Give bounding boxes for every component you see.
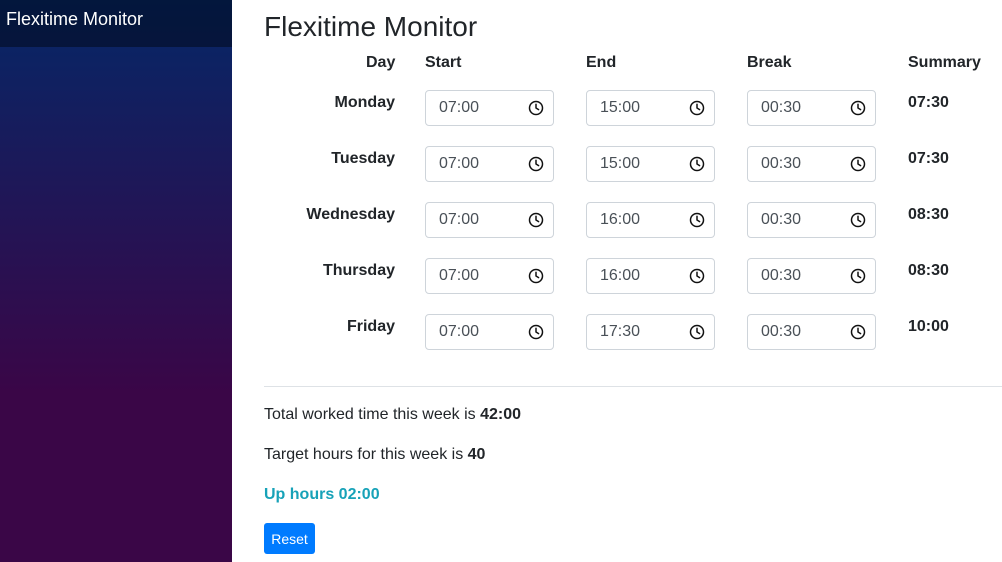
main-content: Flexitime Monitor Day Start End Break Su… bbox=[232, 0, 1002, 562]
clock-icon[interactable] bbox=[689, 268, 705, 284]
break-time-input-wednesday[interactable]: 00:30 bbox=[747, 202, 876, 238]
summary-wednesday: 08:30 bbox=[908, 206, 949, 223]
header-day: Day bbox=[366, 54, 396, 71]
clock-icon[interactable] bbox=[689, 324, 705, 340]
start-time-input-monday[interactable]: 07:00 bbox=[425, 90, 554, 126]
header-end: End bbox=[586, 54, 617, 71]
header-start: Start bbox=[425, 54, 462, 71]
time-value: 00:30 bbox=[761, 211, 802, 228]
break-time-input-friday[interactable]: 00:30 bbox=[747, 314, 876, 350]
time-value: 15:00 bbox=[600, 155, 641, 172]
break-time-input-tuesday[interactable]: 00:30 bbox=[747, 146, 876, 182]
end-time-input-tuesday[interactable]: 15:00 bbox=[586, 146, 715, 182]
target-hours-value: 40 bbox=[467, 446, 486, 463]
page-title: Flexitime Monitor bbox=[264, 11, 478, 42]
time-value: 07:00 bbox=[439, 323, 480, 340]
time-value: 15:00 bbox=[600, 99, 641, 116]
end-time-input-thursday[interactable]: 16:00 bbox=[586, 258, 715, 294]
day-label-wednesday: Wednesday bbox=[306, 206, 395, 223]
clock-icon[interactable] bbox=[689, 212, 705, 228]
clock-icon[interactable] bbox=[528, 268, 544, 284]
brand-link[interactable]: Flexitime Monitor bbox=[0, 9, 143, 30]
summary-friday: 10:00 bbox=[908, 318, 949, 335]
end-time-input-monday[interactable]: 15:00 bbox=[586, 90, 715, 126]
target-hours-label: Target hours for this week is bbox=[264, 446, 464, 463]
day-label-friday: Friday bbox=[346, 318, 395, 335]
clock-icon[interactable] bbox=[850, 212, 866, 228]
start-time-input-friday[interactable]: 07:00 bbox=[425, 314, 554, 350]
summary-thursday: 08:30 bbox=[908, 262, 949, 279]
total-worked-value: 42:00 bbox=[480, 406, 522, 423]
day-label-tuesday: Tuesday bbox=[331, 150, 395, 167]
clock-icon[interactable] bbox=[528, 156, 544, 172]
clock-icon[interactable] bbox=[689, 100, 705, 116]
summary-tuesday: 07:30 bbox=[908, 150, 949, 167]
break-time-input-thursday[interactable]: 00:30 bbox=[747, 258, 876, 294]
time-value: 00:30 bbox=[761, 323, 802, 340]
end-time-input-wednesday[interactable]: 16:00 bbox=[586, 202, 715, 238]
clock-icon[interactable] bbox=[850, 268, 866, 284]
time-value: 07:00 bbox=[439, 99, 480, 116]
reset-button[interactable]: Reset bbox=[264, 523, 315, 554]
total-worked-text: Total worked time this week is 42:00 bbox=[264, 406, 521, 424]
time-value: 16:00 bbox=[600, 211, 641, 228]
time-value: 16:00 bbox=[600, 267, 641, 284]
up-hours-status: Up hours 02:00 bbox=[264, 486, 380, 503]
clock-icon[interactable] bbox=[850, 324, 866, 340]
clock-icon[interactable] bbox=[689, 156, 705, 172]
break-time-input-monday[interactable]: 00:30 bbox=[747, 90, 876, 126]
time-value: 07:00 bbox=[439, 211, 480, 228]
clock-icon[interactable] bbox=[528, 100, 544, 116]
section-divider bbox=[264, 386, 1002, 387]
app-window: Flexitime Monitor Flexitime Monitor Day … bbox=[0, 0, 1002, 562]
header-break: Break bbox=[747, 54, 792, 71]
day-label-monday: Monday bbox=[334, 94, 395, 111]
total-worked-label: Total worked time this week is bbox=[264, 406, 476, 423]
sidebar: Flexitime Monitor bbox=[0, 0, 232, 562]
sidebar-top-bar: Flexitime Monitor bbox=[0, 0, 232, 47]
target-hours-text: Target hours for this week is 40 bbox=[264, 446, 485, 464]
end-time-input-friday[interactable]: 17:30 bbox=[586, 314, 715, 350]
time-value: 07:00 bbox=[439, 267, 480, 284]
start-time-input-wednesday[interactable]: 07:00 bbox=[425, 202, 554, 238]
time-value: 00:30 bbox=[761, 155, 802, 172]
header-summary: Summary bbox=[908, 54, 981, 71]
clock-icon[interactable] bbox=[850, 156, 866, 172]
day-label-thursday: Thursday bbox=[322, 262, 395, 279]
time-value: 00:30 bbox=[761, 99, 802, 116]
clock-icon[interactable] bbox=[850, 100, 866, 116]
time-value: 17:30 bbox=[600, 323, 641, 340]
time-value: 00:30 bbox=[761, 267, 802, 284]
time-value: 07:00 bbox=[439, 155, 480, 172]
start-time-input-thursday[interactable]: 07:00 bbox=[425, 258, 554, 294]
clock-icon[interactable] bbox=[528, 212, 544, 228]
summary-monday: 07:30 bbox=[908, 94, 949, 111]
start-time-input-tuesday[interactable]: 07:00 bbox=[425, 146, 554, 182]
clock-icon[interactable] bbox=[528, 324, 544, 340]
